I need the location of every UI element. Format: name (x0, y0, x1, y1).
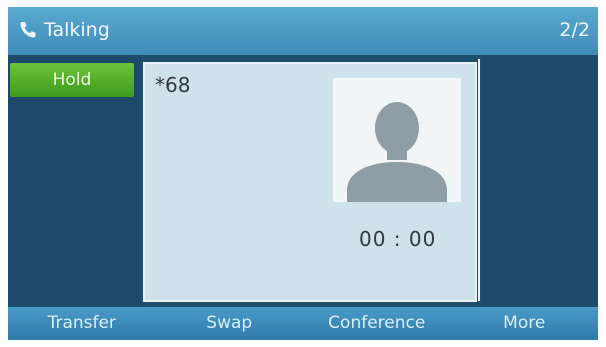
left-call-panel: Hold (8, 55, 141, 305)
phone-screen: Talking 2/2 Hold *68 00 : 00 Transfer Sw… (8, 7, 598, 340)
contact-silhouette-icon (347, 102, 447, 202)
active-call-card[interactable]: *68 00 : 00 (143, 62, 477, 302)
call-count-indicator: 2/2 (559, 19, 590, 41)
right-panel (482, 55, 598, 305)
softkey-more[interactable]: More (451, 307, 599, 340)
status-bar: Talking 2/2 (8, 7, 598, 55)
softkey-bar: Transfer Swap Conference More (8, 307, 598, 340)
call-status-title: Talking (44, 19, 110, 41)
call-timer: 00 : 00 (359, 227, 437, 251)
softkey-conference[interactable]: Conference (303, 307, 451, 340)
phone-handset-icon (20, 22, 36, 38)
panel-divider (478, 59, 480, 301)
dialed-number: *68 (155, 73, 191, 97)
softkey-transfer[interactable]: Transfer (8, 307, 156, 340)
contact-avatar (333, 78, 461, 202)
hold-call-button[interactable]: Hold (10, 63, 134, 97)
softkey-swap[interactable]: Swap (156, 307, 304, 340)
